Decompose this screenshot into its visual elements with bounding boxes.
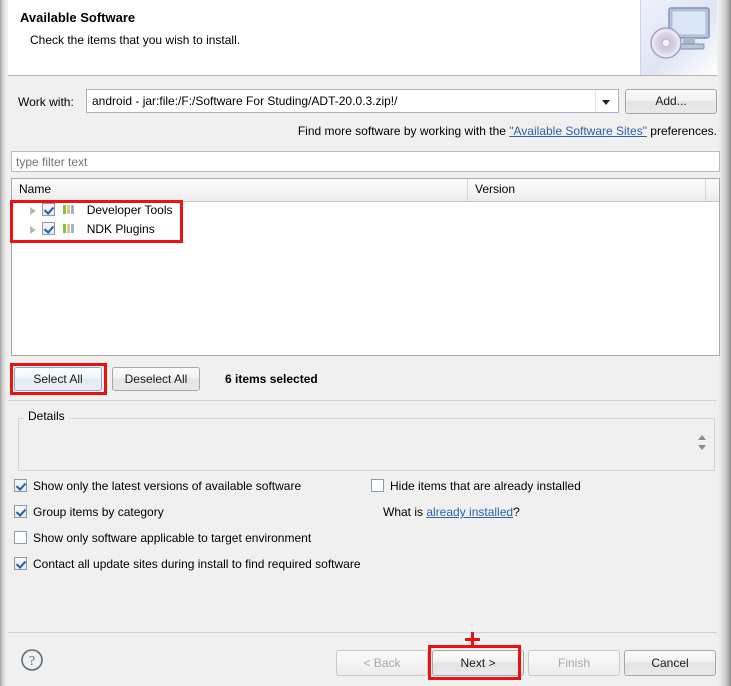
table-body: Developer Tools NDK Plugins bbox=[12, 201, 719, 355]
software-tree-table[interactable]: Name Version Developer Tools NDK Plugins bbox=[11, 178, 720, 356]
option-label: Show only the latest versions of availab… bbox=[33, 479, 302, 493]
find-more-software-text: Find more software by working with the "… bbox=[298, 124, 717, 138]
svg-text:?: ? bbox=[29, 654, 35, 669]
cancel-button[interactable]: Cancel bbox=[624, 650, 716, 676]
spinner-up-down-icon[interactable] bbox=[696, 432, 709, 456]
find-more-prefix: Find more software by working with the bbox=[297, 124, 510, 138]
row-checkbox[interactable] bbox=[42, 203, 55, 216]
available-software-sites-link[interactable]: "Available Software Sites" bbox=[509, 124, 647, 138]
expand-arrow-icon[interactable] bbox=[30, 226, 36, 234]
spinner-down-icon[interactable] bbox=[698, 445, 706, 450]
column-header-extra[interactable] bbox=[706, 179, 719, 201]
back-button[interactable]: < Back bbox=[336, 650, 428, 676]
work-with-value: android - jar:file:/F:/Software For Stud… bbox=[92, 94, 398, 108]
work-with-label: Work with: bbox=[18, 95, 74, 109]
row-name: NDK Plugins bbox=[86, 222, 155, 236]
details-group bbox=[18, 418, 715, 471]
option-label: Group items by category bbox=[33, 505, 164, 519]
already-installed-link[interactable]: already installed bbox=[426, 505, 513, 519]
option-contact-update-sites[interactable]: Contact all update sites during install … bbox=[14, 557, 361, 571]
plus-crosshair-cursor-icon bbox=[465, 632, 480, 647]
page-title: Available Software bbox=[20, 10, 136, 25]
finish-button[interactable]: Finish bbox=[528, 650, 620, 676]
option-show-latest-versions[interactable]: Show only the latest versions of availab… bbox=[14, 479, 301, 493]
option-label: Show only software applicable to target … bbox=[33, 531, 312, 545]
work-with-combo[interactable]: android - jar:file:/F:/Software For Stud… bbox=[86, 89, 619, 113]
table-row[interactable]: Developer Tools bbox=[12, 201, 719, 220]
what-is-prefix: What is bbox=[383, 505, 427, 519]
table-row[interactable]: NDK Plugins bbox=[12, 220, 719, 239]
footer-separator bbox=[8, 632, 717, 633]
dialog-header: Available Software Check the items that … bbox=[8, 0, 717, 76]
option-checkbox[interactable] bbox=[14, 479, 27, 492]
add-button[interactable]: Add... bbox=[625, 89, 717, 114]
option-checkbox[interactable] bbox=[14, 505, 27, 518]
table-header: Name Version bbox=[12, 179, 719, 202]
page-subtitle: Check the items that you wish to install… bbox=[30, 33, 241, 47]
column-header-name[interactable]: Name bbox=[12, 179, 468, 201]
details-legend: Details bbox=[24, 409, 69, 423]
window-left-edge bbox=[0, 0, 8, 686]
category-icon bbox=[62, 223, 78, 235]
separator bbox=[8, 400, 717, 401]
computer-with-disc-icon bbox=[640, 0, 717, 75]
option-checkbox[interactable] bbox=[14, 557, 27, 570]
select-all-button[interactable]: Select All bbox=[14, 367, 102, 391]
option-group-by-category[interactable]: Group items by category bbox=[14, 505, 164, 519]
option-applicable-target-environment[interactable]: Show only software applicable to target … bbox=[14, 531, 311, 545]
category-icon bbox=[62, 204, 78, 216]
next-button[interactable]: Next > bbox=[432, 650, 524, 676]
help-question-icon[interactable]: ? bbox=[20, 648, 44, 672]
row-checkbox[interactable] bbox=[42, 222, 55, 235]
expand-arrow-icon[interactable] bbox=[30, 207, 36, 215]
spinner-up-icon[interactable] bbox=[698, 435, 706, 440]
what-is-suffix: ? bbox=[513, 505, 520, 519]
option-label: Hide items that are already installed bbox=[390, 479, 581, 493]
items-selected-status: 6 items selected bbox=[225, 372, 318, 386]
deselect-all-button[interactable]: Deselect All bbox=[112, 367, 200, 391]
option-hide-already-installed[interactable]: Hide items that are already installed bbox=[371, 479, 581, 493]
filter-input[interactable] bbox=[11, 151, 720, 172]
row-name: Developer Tools bbox=[86, 203, 173, 217]
available-software-dialog: Available Software Check the items that … bbox=[0, 0, 731, 686]
what-is-already-installed: What is already installed? bbox=[383, 505, 520, 519]
option-checkbox[interactable] bbox=[14, 531, 27, 544]
find-more-suffix: preferences. bbox=[646, 124, 717, 138]
option-checkbox[interactable] bbox=[371, 479, 384, 492]
option-label: Contact all update sites during install … bbox=[33, 557, 361, 571]
column-header-version[interactable]: Version bbox=[468, 179, 706, 201]
chevron-down-icon[interactable] bbox=[595, 91, 617, 111]
